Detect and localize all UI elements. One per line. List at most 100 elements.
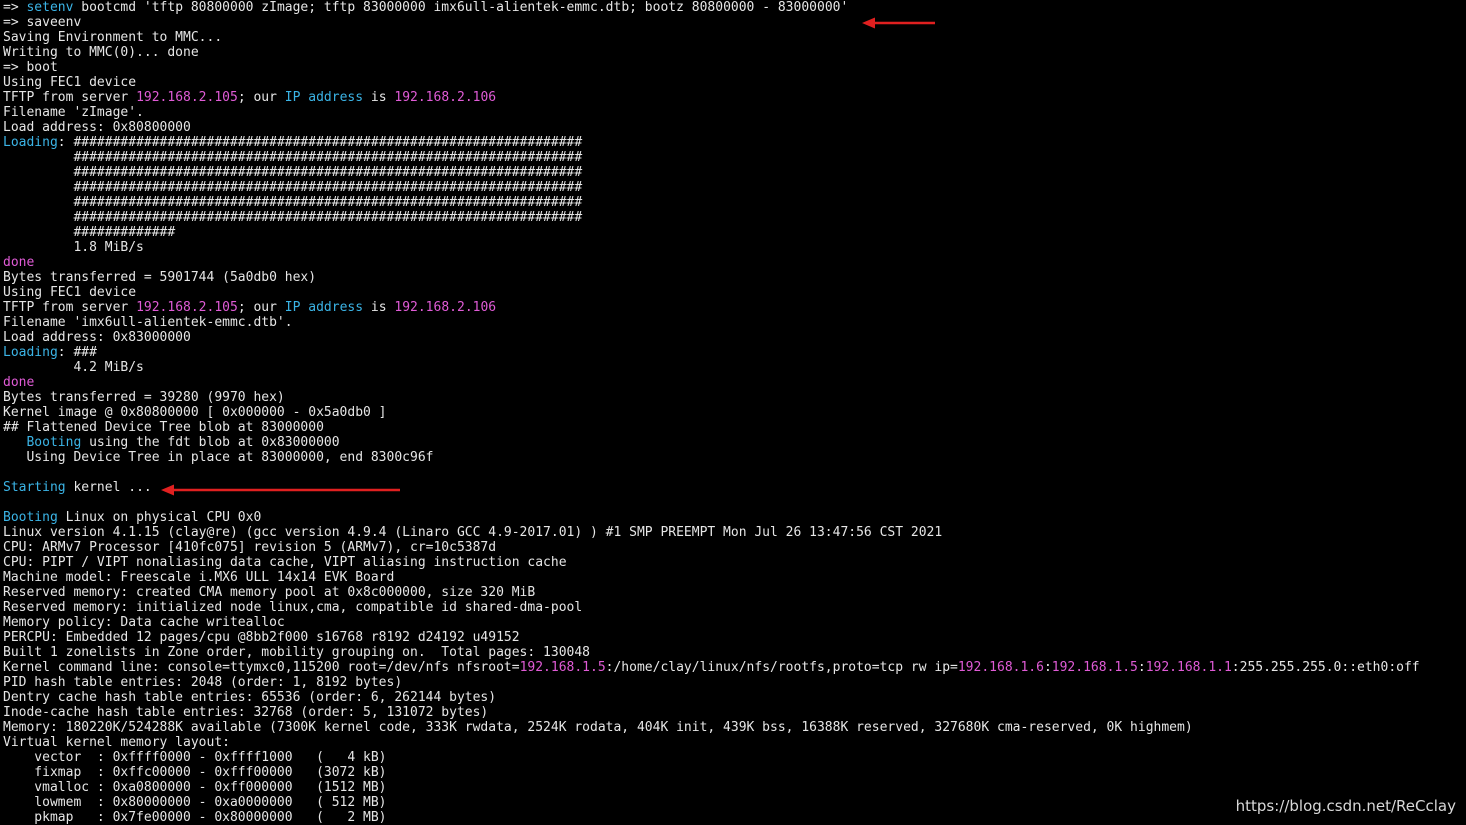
- terminal-line: Booting using the fdt blob at 0x83000000: [3, 435, 1420, 450]
- terminal-text-segment: Booting: [26, 435, 82, 450]
- terminal-text-segment: Linux version 4.1.15 (clay@re) (gcc vers…: [3, 525, 943, 540]
- terminal-text-segment: Loading: [3, 135, 58, 150]
- terminal-line: Filename 'zImage'.: [3, 105, 1420, 120]
- terminal-line: Filename 'imx6ull-alientek-emmc.dtb'.: [3, 315, 1420, 330]
- terminal-text-segment: bootcmd 'tftp 80800000 zImage; tftp 8300…: [73, 0, 849, 15]
- terminal-line: ## Flattened Device Tree blob at 8300000…: [3, 420, 1420, 435]
- terminal-text-segment: :/home/clay/linux/nfs/rootfs,proto=tcp r…: [605, 660, 958, 675]
- terminal-text-segment: #############: [3, 225, 176, 240]
- terminal-text-segment: 192.168.2.106: [394, 90, 497, 105]
- terminal-text-segment: Machine model: Freescale i.MX6 ULL 14x14…: [3, 570, 395, 585]
- terminal-text-segment: Loading: [3, 345, 58, 360]
- terminal-text-segment: Load address: 0x80800000: [3, 120, 191, 135]
- terminal-text-segment: Dentry cache hash table entries: 65536 (…: [3, 690, 497, 705]
- terminal-text-segment: fixmap : 0xffc00000 - 0xfff00000 (3072 k…: [3, 765, 387, 780]
- terminal-text-segment: TFTP from server: [3, 300, 137, 315]
- terminal-text-segment: 192.168.1.5: [1051, 660, 1138, 675]
- terminal-text-segment: => saveenv: [3, 15, 82, 30]
- terminal-text-segment: is: [363, 300, 395, 315]
- terminal-text-segment: Virtual kernel memory layout:: [3, 735, 230, 750]
- terminal-line: done: [3, 375, 1420, 390]
- terminal-line: Virtual kernel memory layout:: [3, 735, 1420, 750]
- terminal-text-segment: 192.168.2.105: [136, 300, 238, 315]
- terminal-text-segment: vector : 0xffff0000 - 0xffff1000 ( 4 kB): [3, 750, 387, 765]
- terminal-text-segment: : ######################################…: [57, 135, 583, 150]
- terminal-line: Dentry cache hash table entries: 65536 (…: [3, 690, 1420, 705]
- terminal-line: Loading: ###############################…: [3, 135, 1420, 150]
- terminal-text-segment: PERCPU: Embedded 12 pages/cpu @8bb2f000 …: [3, 630, 520, 645]
- terminal-text-segment: IP address: [284, 90, 364, 105]
- terminal-line: vector : 0xffff0000 - 0xffff1000 ( 4 kB): [3, 750, 1420, 765]
- terminal-line: Inode-cache hash table entries: 32768 (o…: [3, 705, 1420, 720]
- terminal-text-segment: Writing to MMC(0)... done: [3, 45, 199, 60]
- terminal-line: ########################################…: [3, 165, 1420, 180]
- terminal-line: Using Device Tree in place at 83000000, …: [3, 450, 1420, 465]
- terminal-line: => boot: [3, 60, 1420, 75]
- terminal-text-segment: Reserved memory: initialized node linux,…: [3, 600, 583, 615]
- terminal-text-segment: Filename 'imx6ull-alientek-emmc.dtb'.: [3, 315, 293, 330]
- terminal-text-segment: Bytes transferred = 5901744 (5a0db0 hex): [3, 270, 317, 285]
- terminal-text-segment: Built 1 zonelists in Zone order, mobilit…: [3, 645, 590, 660]
- terminal-text-segment: PID hash table entries: 2048 (order: 1, …: [3, 675, 403, 690]
- terminal-line: Saving Environment to MMC...: [3, 30, 1420, 45]
- terminal-text-segment: Filename 'zImage'.: [3, 105, 144, 120]
- terminal-text-segment: :: [1137, 660, 1146, 675]
- terminal-line: Kernel image @ 0x80800000 [ 0x000000 - 0…: [3, 405, 1420, 420]
- terminal-text-segment: TFTP from server: [3, 90, 137, 105]
- terminal-line: Machine model: Freescale i.MX6 ULL 14x14…: [3, 570, 1420, 585]
- annotation-arrow-starting-kernel: [161, 484, 400, 496]
- terminal-text-segment: ########################################…: [3, 150, 583, 165]
- terminal-line: fixmap : 0xffc00000 - 0xfff00000 (3072 k…: [3, 765, 1420, 780]
- terminal-text-segment: Saving Environment to MMC...: [3, 30, 223, 45]
- terminal-line: Loading: ###: [3, 345, 1420, 360]
- terminal-text-segment: ########################################…: [3, 165, 583, 180]
- terminal-line: Load address: 0x80800000: [3, 120, 1420, 135]
- terminal-line: Load address: 0x83000000: [3, 330, 1420, 345]
- terminal-text-segment: Using FEC1 device: [3, 285, 137, 300]
- terminal-text-segment: Memory policy: Data cache writealloc: [3, 615, 285, 630]
- terminal-window[interactable]: => setenv bootcmd 'tftp 80800000 zImage;…: [0, 0, 1466, 825]
- terminal-line: PID hash table entries: 2048 (order: 1, …: [3, 675, 1420, 690]
- terminal-text-segment: Starting: [3, 480, 66, 495]
- terminal-line: 1.8 MiB/s: [3, 240, 1420, 255]
- terminal-line: ########################################…: [3, 210, 1420, 225]
- terminal-text-segment: : ###: [57, 345, 97, 360]
- terminal-line: ########################################…: [3, 195, 1420, 210]
- terminal-line: Kernel command line: console=ttymxc0,115…: [3, 660, 1420, 675]
- terminal-text-segment: Kernel command line: console=ttymxc0,115…: [3, 660, 520, 675]
- terminal-line: Linux version 4.1.15 (clay@re) (gcc vers…: [3, 525, 1420, 540]
- terminal-text-segment: => boot: [3, 60, 58, 75]
- terminal-text-segment: :: [1043, 660, 1052, 675]
- terminal-text-segment: ########################################…: [3, 210, 583, 225]
- terminal-text-segment: ########################################…: [3, 180, 583, 195]
- terminal-text-segment: done: [3, 375, 35, 390]
- terminal-text-segment: ## Flattened Device Tree blob at 8300000…: [3, 420, 324, 435]
- annotation-arrow-setenv: [862, 17, 935, 29]
- terminal-line: Reserved memory: created CMA memory pool…: [3, 585, 1420, 600]
- terminal-text-segment: ; our: [237, 90, 285, 105]
- terminal-text-segment: using the fdt blob at 0x83000000: [81, 435, 340, 450]
- terminal-text-segment: CPU: PIPT / VIPT nonaliasing data cache,…: [3, 555, 567, 570]
- terminal-text-segment: Kernel image @ 0x80800000 [ 0x000000 - 0…: [3, 405, 387, 420]
- terminal-text-segment: Linux on physical CPU 0x0: [57, 510, 262, 525]
- terminal-text-segment: setenv: [26, 0, 74, 15]
- watermark-text: https://blog.csdn.net/ReCclay: [1235, 797, 1456, 815]
- terminal-line: vmalloc : 0xa0800000 - 0xff000000 (1512 …: [3, 780, 1420, 795]
- terminal-text-segment: ########################################…: [3, 195, 583, 210]
- terminal-text-segment: CPU: ARMv7 Processor [410fc075] revision…: [3, 540, 497, 555]
- terminal-text-segment: 192.168.2.106: [394, 300, 497, 315]
- terminal-line: #############: [3, 225, 1420, 240]
- terminal-line: ########################################…: [3, 180, 1420, 195]
- terminal-text-segment: 192.168.1.6: [957, 660, 1044, 675]
- terminal-line: Reserved memory: initialized node linux,…: [3, 600, 1420, 615]
- terminal-line: Memory policy: Data cache writealloc: [3, 615, 1420, 630]
- terminal-line: CPU: ARMv7 Processor [410fc075] revision…: [3, 540, 1420, 555]
- terminal-text-segment: 192.168.2.105: [136, 90, 238, 105]
- terminal-text-segment: Reserved memory: created CMA memory pool…: [3, 585, 536, 600]
- terminal-line: done: [3, 255, 1420, 270]
- terminal-text-segment: 1.8 MiB/s: [3, 240, 144, 255]
- terminal-text-segment: Bytes transferred = 39280 (9970 hex): [3, 390, 285, 405]
- terminal-text-segment: Memory: 180220K/524288K available (7300K…: [3, 720, 1193, 735]
